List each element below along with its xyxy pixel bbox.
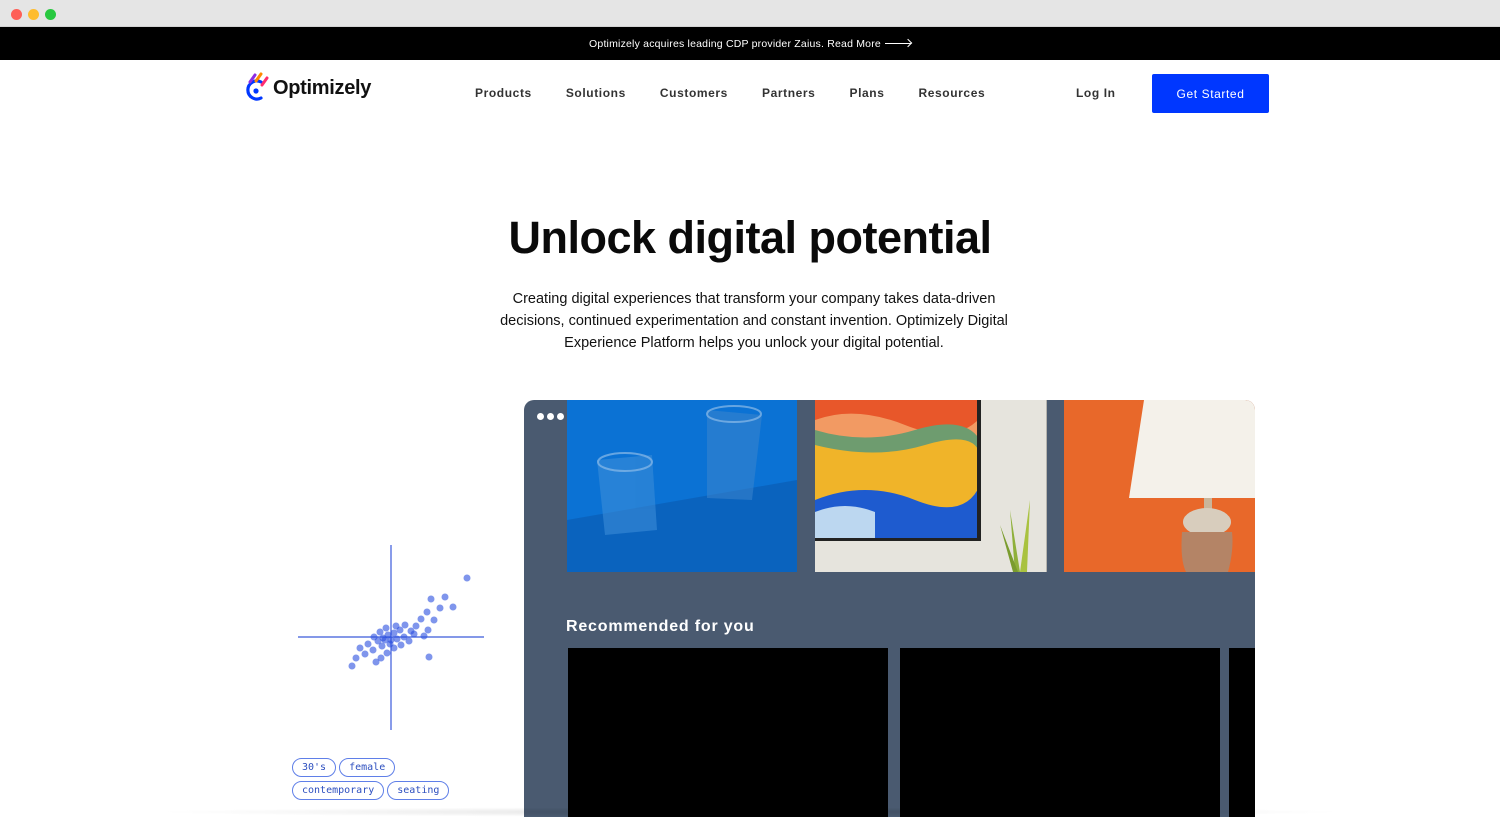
announcement-text[interactable]: Optimizely acquires leading CDP provider… xyxy=(589,38,881,50)
tag-chip: contemporary xyxy=(292,781,385,800)
tag-chip: female xyxy=(339,758,396,777)
nav-item-customers[interactable]: Customers xyxy=(660,86,728,100)
product-image-lamp xyxy=(1064,400,1255,572)
maximize-window-button[interactable] xyxy=(45,9,56,20)
product-image-glasses xyxy=(567,400,797,572)
nav-item-partners[interactable]: Partners xyxy=(762,86,816,100)
product-mockup: Recommended for you xyxy=(524,400,1255,817)
logo[interactable]: Optimizely xyxy=(241,72,371,104)
browser-chrome xyxy=(0,0,1500,27)
login-link[interactable]: Log In xyxy=(1076,86,1116,100)
optimizely-logo-icon xyxy=(241,72,271,104)
close-window-button[interactable] xyxy=(11,9,22,20)
audience-tags: 30's female contemporary seating xyxy=(292,758,482,804)
logo-text: Optimizely xyxy=(273,76,372,99)
nav-item-resources[interactable]: Resources xyxy=(918,86,985,100)
product-image-painting xyxy=(815,400,1047,572)
nav-item-solutions[interactable]: Solutions xyxy=(566,86,626,100)
hero-subtitle: Creating digital experiences that transf… xyxy=(500,291,1008,351)
window-dots-icon xyxy=(537,413,567,420)
nav-item-products[interactable]: Products xyxy=(475,86,532,100)
arrow-right-icon xyxy=(884,43,911,44)
scatter-illustration xyxy=(298,545,484,730)
section-shadow xyxy=(150,807,1350,817)
tag-chip: seating xyxy=(387,781,450,800)
nav-links: Products Solutions Customers Partners Pl… xyxy=(475,86,1019,100)
get-started-button[interactable]: Get Started xyxy=(1152,74,1269,113)
recommendation-card xyxy=(900,648,1220,817)
hero-title: Unlock digital potential xyxy=(508,212,992,263)
recommendation-card xyxy=(568,648,888,817)
nav-item-plans[interactable]: Plans xyxy=(849,86,884,100)
recommended-heading: Recommended for you xyxy=(566,618,755,635)
minimize-window-button[interactable] xyxy=(28,9,39,20)
tag-chip: 30's xyxy=(292,758,337,777)
announcement-bar[interactable]: Optimizely acquires leading CDP provider… xyxy=(0,27,1500,60)
recommendation-card xyxy=(1229,648,1255,817)
